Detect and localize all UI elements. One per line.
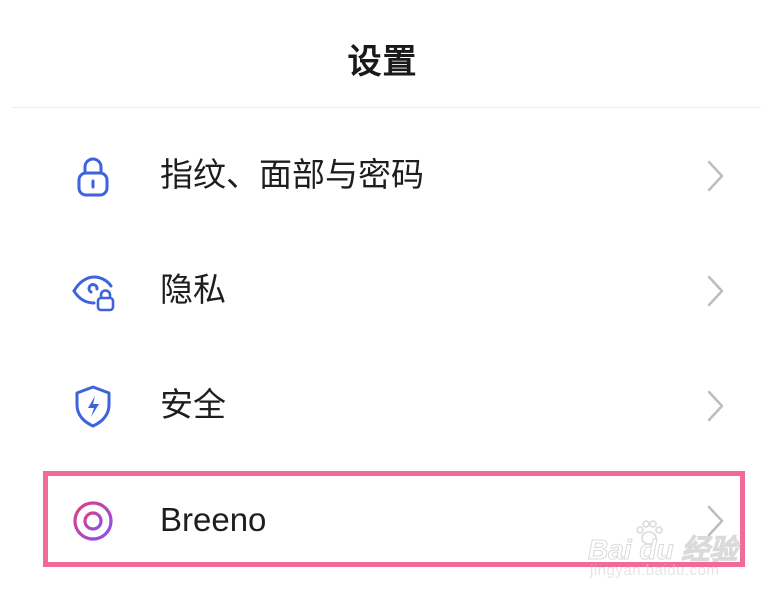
- page-title: 设置: [347, 42, 418, 82]
- chevron-right-icon: [704, 503, 728, 539]
- settings-item-label: 隐私: [160, 270, 226, 309]
- header: 设置: [0, 0, 765, 108]
- settings-item-privacy[interactable]: 隐私: [0, 245, 765, 335]
- settings-item-breeno[interactable]: Breeno: [0, 475, 765, 565]
- settings-item-label: 安全: [160, 385, 226, 424]
- lock-icon: [70, 153, 116, 199]
- breeno-ring-icon: [70, 498, 116, 544]
- security-shield-icon: [70, 383, 116, 429]
- settings-item-label: 指纹、面部与密码: [160, 155, 424, 194]
- chevron-right-icon: [704, 273, 728, 309]
- header-divider: [12, 107, 761, 108]
- privacy-eye-icon: [70, 268, 116, 314]
- settings-item-security[interactable]: 安全: [0, 360, 765, 450]
- chevron-right-icon: [704, 388, 728, 424]
- settings-item-label: Breeno: [160, 501, 267, 538]
- chevron-right-icon: [704, 158, 728, 194]
- settings-item-fingerprint-face-password[interactable]: 指纹、面部与密码: [0, 130, 765, 220]
